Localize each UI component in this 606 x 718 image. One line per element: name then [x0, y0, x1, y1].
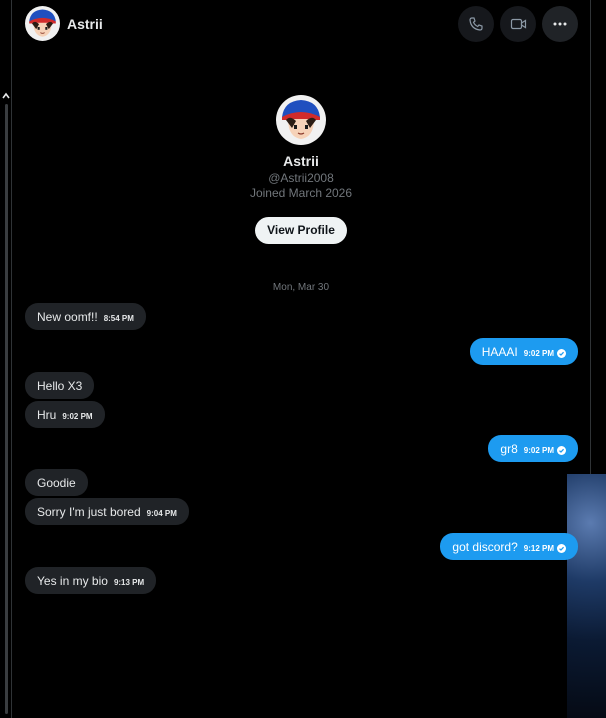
conversation-header: Astrii — [12, 0, 590, 48]
background-window-peek — [567, 474, 606, 718]
message-bubble[interactable]: Goodie — [25, 469, 88, 496]
call-button[interactable] — [458, 6, 494, 42]
message-text: Yes in my bio — [37, 573, 108, 588]
message-bubble[interactable]: got discord? 9:12 PM — [440, 533, 578, 560]
message-text: New oomf!! — [37, 309, 98, 324]
message-time: 8:54 PM — [103, 314, 134, 323]
message-text: Sorry I'm just bored — [37, 504, 141, 519]
message-bubble[interactable]: Yes in my bio 9:13 PM — [25, 567, 157, 594]
more-options-button[interactable] — [542, 6, 578, 42]
more-horizontal-icon — [553, 22, 567, 26]
message-text: Hello X3 — [37, 378, 83, 393]
profile-joined-date: Joined March 2026 — [249, 186, 353, 200]
date-separator: Mon, Mar 30 — [272, 282, 330, 293]
profile-card: Astrii @Astrii2008 Joined March 2026 Vie… — [12, 95, 590, 244]
message-time: 9:02 PM — [523, 446, 554, 455]
scrollbar-thumb[interactable] — [5, 104, 8, 714]
left-rail — [0, 0, 12, 718]
message-bubble[interactable]: New oomf!! 8:54 PM — [25, 303, 146, 330]
view-profile-button[interactable]: View Profile — [255, 217, 347, 244]
video-camera-icon — [510, 18, 526, 30]
message-bubble[interactable]: gr8 9:02 PM — [488, 435, 578, 462]
profile-handle: @Astrii2008 — [268, 171, 334, 185]
message-text: Goodie — [37, 475, 76, 490]
message-text: Hru — [37, 407, 57, 422]
message-text: gr8 — [500, 441, 518, 456]
message-text: HAAAI — [481, 344, 518, 359]
message-time: 9:02 PM — [523, 349, 554, 358]
profile-name: Astrii — [283, 153, 319, 169]
message-time: 9:02 PM — [62, 412, 93, 421]
message-bubble[interactable]: Hello X3 — [25, 372, 95, 399]
header-title[interactable]: Astrii — [67, 16, 103, 32]
avatar[interactable] — [25, 6, 60, 41]
profile-avatar[interactable] — [276, 95, 326, 145]
message-text: got discord? — [452, 539, 518, 554]
message-bubble[interactable]: HAAAI 9:02 PM — [469, 338, 578, 365]
check-circle-icon — [557, 349, 566, 358]
check-circle-icon — [557, 544, 566, 553]
phone-icon — [469, 17, 483, 31]
chevron-up-icon[interactable] — [2, 92, 10, 100]
message-time: 9:12 PM — [523, 544, 554, 553]
message-time: 9:04 PM — [146, 509, 177, 518]
message-time: 9:13 PM — [113, 578, 145, 587]
message-bubble[interactable]: Sorry I'm just bored 9:04 PM — [25, 498, 189, 525]
video-call-button[interactable] — [500, 6, 536, 42]
message-bubble[interactable]: Hru 9:02 PM — [25, 401, 105, 428]
check-circle-icon — [557, 446, 566, 455]
